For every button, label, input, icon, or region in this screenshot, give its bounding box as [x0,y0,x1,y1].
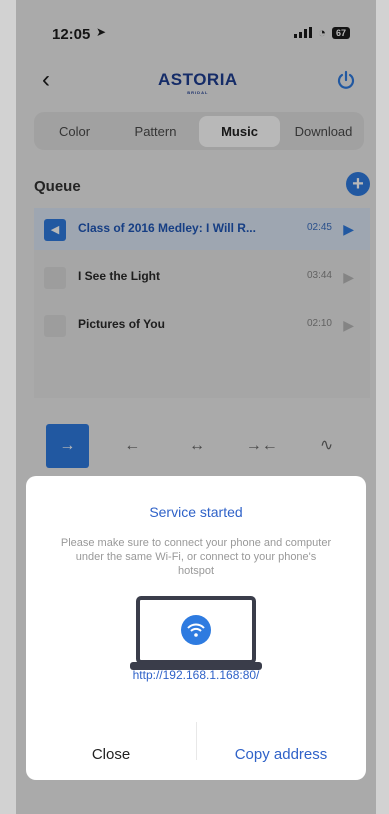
speaker-icon: ◀ [44,219,66,241]
logo-subtext: BRIDAL [187,90,209,95]
queue-row[interactable]: I See the Light 03:44 ▶ [34,256,370,298]
track-duration: 03:44 [306,270,332,281]
arrow-left-icon[interactable]: ← [111,424,154,468]
back-chevron-icon[interactable]: ‹ [42,66,50,94]
wifi-status-icon: ◔ [318,25,326,40]
nav-bar: ‹ ASTORIA BRIDAL [16,60,376,102]
track-title: Class of 2016 Medley: I Will R... [78,221,256,235]
direction-selector: → ← ↔ →← ∿ [34,420,370,472]
logo-text: ASTORIA [158,70,238,89]
dialog-message: Please make sure to connect your phone a… [60,537,332,577]
track-title: I See the Light [78,269,161,283]
close-button[interactable]: Close [26,746,196,763]
signal-icon [294,27,313,38]
add-track-button[interactable]: + [346,172,370,196]
tab-color[interactable]: Color [34,124,115,139]
queue-label: Queue [34,178,81,195]
phone-screen: 12:05 ➤ ◔ 67 ‹ ASTORIA BRIDAL Color Patt… [16,0,376,814]
status-bar: 12:05 ➤ ◔ 67 [16,0,376,66]
track-title: Pictures of You [78,317,165,331]
queue-row[interactable]: ◀ Class of 2016 Medley: I Will R... 02:4… [34,208,370,250]
queue-list: ◀ Class of 2016 Medley: I Will R... 02:4… [34,208,370,398]
tab-download[interactable]: Download [283,124,364,139]
status-icons: ◔ 67 [294,25,350,40]
arrow-converge-icon[interactable]: →← [240,424,283,468]
server-address[interactable]: http://192.168.1.168:80/ [26,668,366,682]
location-arrow-icon: ➤ [96,25,107,39]
battery-icon: 67 [331,26,350,39]
play-icon[interactable]: ▶ [343,221,354,238]
wave-icon[interactable]: ∿ [305,424,348,468]
play-icon[interactable]: ▶ [343,269,354,286]
queue-row[interactable]: Pictures of You 02:10 ▶ [34,304,370,346]
track-thumbnail [44,267,66,289]
tab-bar: Color Pattern Music Download [34,112,364,150]
copy-address-button[interactable]: Copy address [196,746,366,763]
track-duration: 02:10 [306,318,332,329]
tab-pattern[interactable]: Pattern [115,124,196,139]
service-dialog: Service started Please make sure to conn… [26,476,366,780]
queue-header: Queue + [34,172,370,198]
play-icon[interactable]: ▶ [343,317,354,334]
arrow-right-icon[interactable]: → [46,424,89,468]
track-thumbnail [44,315,66,337]
power-icon[interactable] [336,70,356,90]
astoria-logo: ASTORIA BRIDAL [158,70,238,95]
arrow-both-icon[interactable]: ↔ [176,424,219,468]
status-time: 12:05 [52,26,91,43]
dialog-title: Service started [149,504,243,520]
tab-music[interactable]: Music [199,115,280,147]
track-duration: 02:45 [306,222,332,233]
